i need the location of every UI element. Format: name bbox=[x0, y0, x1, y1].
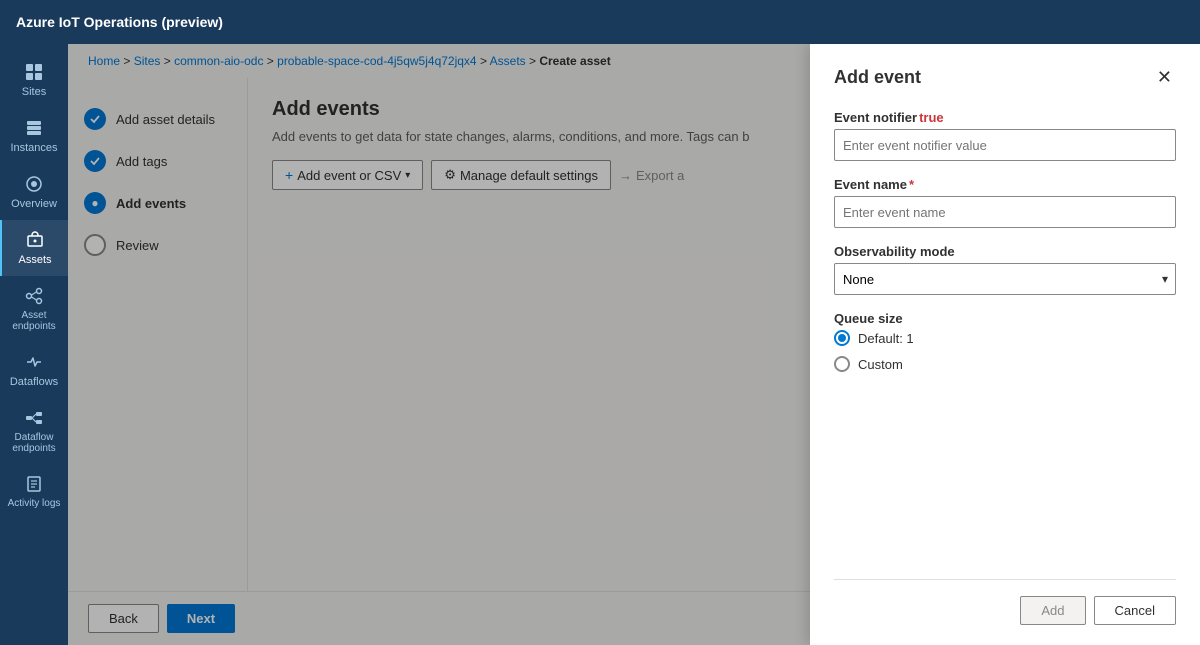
app-title: Azure IoT Operations (preview) bbox=[16, 14, 223, 30]
sidebar-item-label: Sites bbox=[22, 86, 46, 98]
sidebar-item-sites[interactable]: Sites bbox=[0, 52, 68, 108]
overview-icon bbox=[24, 174, 44, 194]
sidebar-item-dataflows[interactable]: Dataflows bbox=[0, 342, 68, 398]
queue-size-custom-option[interactable]: Custom bbox=[834, 356, 1176, 372]
queue-size-default-label: Default: 1 bbox=[858, 331, 914, 346]
sidebar-item-dataflow-endpoints[interactable]: Dataflow endpoints bbox=[0, 398, 68, 464]
radio-dot bbox=[838, 334, 846, 342]
queue-size-radio-group: Default: 1 Custom bbox=[834, 330, 1176, 372]
sidebar-item-label: Dataflows bbox=[10, 376, 58, 388]
sidebar-item-label: Assets bbox=[18, 254, 51, 266]
radio-circle-custom bbox=[834, 356, 850, 372]
df-endpoints-icon bbox=[24, 408, 44, 428]
sidebar-item-asset-endpoints[interactable]: Asset endpoints bbox=[0, 276, 68, 342]
dataflows-icon bbox=[24, 352, 44, 372]
sidebar-item-overview[interactable]: Overview bbox=[0, 164, 68, 220]
sidebar-item-instances[interactable]: Instances bbox=[0, 108, 68, 164]
sidebar-item-label: Asset endpoints bbox=[4, 310, 64, 332]
sidebar-item-assets[interactable]: Assets bbox=[0, 220, 68, 276]
endpoints-icon bbox=[24, 286, 44, 306]
event-name-input[interactable] bbox=[834, 196, 1176, 228]
panel-footer: Add Cancel bbox=[834, 579, 1176, 625]
sidebar-item-label: Overview bbox=[11, 198, 57, 210]
event-name-label: Event name * bbox=[834, 177, 1176, 192]
queue-size-field: Queue size Default: 1 Custom bbox=[834, 311, 1176, 372]
cancel-button[interactable]: Cancel bbox=[1094, 596, 1176, 625]
close-panel-button[interactable]: ✕ bbox=[1153, 64, 1176, 90]
observability-select-wrapper: None Log Gauge Counter Histogram ▾ bbox=[834, 263, 1176, 295]
panel-header: Add event ✕ bbox=[834, 64, 1176, 90]
sidebar-item-label: Activity logs bbox=[8, 498, 61, 509]
panel-title: Add event bbox=[834, 67, 921, 88]
event-notifier-input[interactable] bbox=[834, 129, 1176, 161]
required-indicator: * bbox=[909, 177, 914, 192]
event-name-field: Event name * bbox=[834, 177, 1176, 228]
sidebar-item-activity-logs[interactable]: Activity logs bbox=[0, 464, 68, 519]
logs-icon bbox=[24, 474, 44, 494]
observability-mode-label: Observability mode bbox=[834, 244, 1176, 259]
event-notifier-label: Event notifier true bbox=[834, 110, 1176, 125]
instances-icon bbox=[24, 118, 44, 138]
add-event-panel: Add event ✕ Event notifier true Event na… bbox=[810, 44, 1200, 645]
grid-icon bbox=[24, 62, 44, 82]
event-notifier-field: Event notifier true bbox=[834, 110, 1176, 161]
sidebar-item-label: Instances bbox=[10, 142, 57, 154]
observability-mode-select[interactable]: None Log Gauge Counter Histogram bbox=[834, 263, 1176, 295]
add-button[interactable]: Add bbox=[1020, 596, 1085, 625]
app-header: Azure IoT Operations (preview) bbox=[0, 0, 1200, 44]
queue-size-custom-label: Custom bbox=[858, 357, 903, 372]
sidebar-item-label: Dataflow endpoints bbox=[4, 432, 64, 454]
sidebar: Sites Instances Overview bbox=[0, 44, 68, 645]
queue-size-default-option[interactable]: Default: 1 bbox=[834, 330, 1176, 346]
radio-circle-default bbox=[834, 330, 850, 346]
queue-size-label: Queue size bbox=[834, 311, 1176, 326]
assets-icon bbox=[25, 230, 45, 250]
observability-mode-field: Observability mode None Log Gauge Counte… bbox=[834, 244, 1176, 295]
required-indicator: true bbox=[919, 110, 944, 125]
content-area: Home > Sites > common-aio-odc > probable… bbox=[68, 44, 1200, 645]
